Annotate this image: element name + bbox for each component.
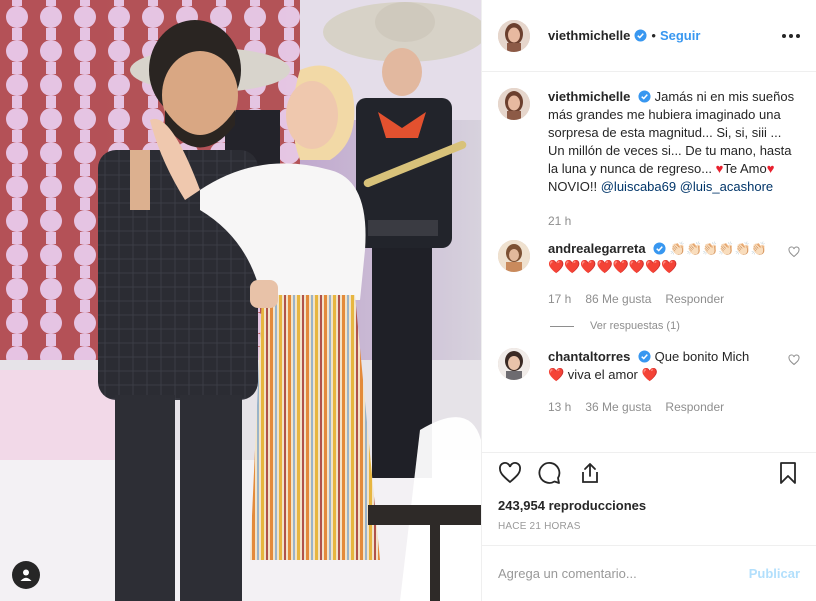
verified-badge-icon [634, 29, 647, 42]
caption-avatar[interactable] [498, 88, 530, 120]
comment-username[interactable]: andrealegarreta [548, 241, 646, 256]
mention-link[interactable]: @luis_acashore [680, 179, 773, 194]
author-username[interactable]: viethmichelle [548, 28, 630, 43]
comment-likes[interactable]: 86 Me gusta [585, 290, 651, 308]
comment-like-button[interactable] [788, 354, 800, 366]
caption-text-3: NOVIO!! [548, 179, 601, 194]
caption: viethmichelle Jamás ni en mis sueños más… [498, 88, 800, 230]
verified-badge-icon [653, 242, 666, 255]
post-side-panel: viethmichelle • Seguir viethmichelle Jam… [481, 0, 816, 601]
verified-badge-icon [638, 350, 651, 363]
comment-icon [538, 461, 561, 484]
user-tag-button[interactable] [12, 561, 40, 589]
comment-time[interactable]: 17 h [548, 290, 571, 308]
comment-meta: 13 h 36 Me gusta Responder [548, 398, 778, 416]
heart-outline-icon [788, 354, 800, 366]
share-button[interactable] [578, 461, 602, 485]
comment-body: andrealegarreta 👏🏻👏🏻👏🏻👏🏻👏🏻👏🏻❤️❤️❤️❤️❤️❤️… [548, 240, 778, 308]
reply-button[interactable]: Responder [665, 398, 724, 416]
comment-button[interactable] [538, 461, 562, 485]
commenter-avatar[interactable] [498, 240, 530, 272]
video-frame [0, 0, 481, 601]
bookmark-icon [780, 461, 796, 484]
caption-time[interactable]: 21 h [548, 212, 571, 230]
post-timestamp[interactable]: HACE 21 HORAS [482, 513, 816, 545]
mention-link[interactable]: @luiscaba69 [601, 179, 676, 194]
post-header: viethmichelle • Seguir [482, 0, 816, 72]
avatar-image [498, 88, 530, 120]
verified-badge-icon [638, 90, 651, 103]
heart-emoji: ♥ [766, 161, 775, 176]
commenter-avatar[interactable] [498, 348, 530, 380]
post-video[interactable] [0, 0, 481, 601]
add-comment-bar: Publicar [482, 545, 816, 601]
replies-line [550, 325, 574, 327]
instagram-post-modal: viethmichelle • Seguir viethmichelle Jam… [0, 0, 816, 601]
comments-list[interactable]: viethmichelle Jamás ni en mis sueños más… [482, 72, 816, 452]
comment-username[interactable]: chantaltorres [548, 349, 630, 364]
comment-body: chantaltorres Que bonito Mich ❤️ viva el… [548, 348, 778, 416]
like-button[interactable] [498, 461, 522, 485]
separator-dot: • [651, 28, 656, 43]
heart-outline-icon [788, 246, 800, 258]
publish-button[interactable]: Publicar [749, 566, 800, 581]
author-avatar[interactable] [498, 19, 530, 52]
heart-emoji: ❤️ [548, 367, 565, 382]
view-replies-label: Ver respuestas (1) [590, 320, 680, 332]
avatar-image [498, 19, 530, 52]
caption-text-2: Te Amo [723, 161, 767, 176]
avatar-image [498, 348, 530, 380]
follow-button[interactable]: Seguir [660, 28, 700, 43]
caption-meta: 21 h [548, 212, 800, 230]
view-count[interactable]: 243,954 reproducciones [482, 492, 816, 513]
comment-item: andrealegarreta 👏🏻👏🏻👏🏻👏🏻👏🏻👏🏻❤️❤️❤️❤️❤️❤️… [498, 240, 800, 308]
avatar-image [498, 240, 530, 272]
more-dot [796, 33, 800, 38]
more-dot [789, 33, 793, 38]
post-actions [482, 452, 816, 492]
more-horizontal-icon [782, 33, 786, 38]
reply-button[interactable]: Responder [665, 290, 724, 308]
view-replies-button[interactable]: Ver respuestas (1) [550, 320, 800, 332]
comment-input[interactable] [498, 566, 749, 581]
heart-outline-icon [499, 461, 521, 483]
comment-meta: 17 h 86 Me gusta Responder [548, 290, 778, 308]
comment-text: Que bonito Mich [654, 349, 750, 364]
comment-text-2: viva el amor [564, 367, 642, 382]
caption-body: viethmichelle Jamás ni en mis sueños más… [548, 88, 800, 230]
comment-like-button[interactable] [788, 246, 800, 258]
comment-time[interactable]: 13 h [548, 398, 571, 416]
heart-emoji: ❤️ [641, 367, 658, 382]
comment-item: chantaltorres Que bonito Mich ❤️ viva el… [498, 348, 800, 416]
save-button[interactable] [776, 461, 800, 485]
more-options-button[interactable] [782, 33, 800, 38]
user-tag-icon [20, 569, 32, 581]
caption-username[interactable]: viethmichelle [548, 89, 630, 104]
comment-likes[interactable]: 36 Me gusta [585, 398, 651, 416]
share-icon [582, 462, 598, 483]
